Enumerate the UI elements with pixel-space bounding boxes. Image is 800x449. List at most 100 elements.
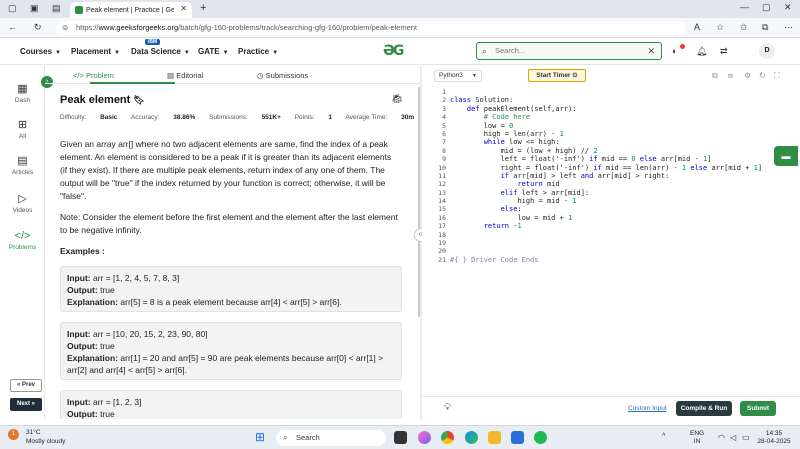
code-line[interactable]: #{ } Driver Code Ends bbox=[450, 256, 762, 264]
code-line[interactable]: low = 0 bbox=[450, 122, 762, 130]
close-window-icon[interactable]: ✕ bbox=[784, 2, 792, 13]
code-line[interactable]: right = float('-inf') if mid == len(arr)… bbox=[450, 164, 762, 172]
bell-icon[interactable]: 🔔︎ bbox=[696, 46, 707, 57]
taskbar-search[interactable]: ⌕ Search bbox=[276, 430, 386, 446]
gfg-logo[interactable]: ƏG bbox=[383, 44, 417, 58]
browser-tab[interactable]: Peak element | Practice | GeeksforGeeks … bbox=[70, 2, 192, 18]
code-line[interactable]: while low <= high: bbox=[450, 138, 762, 146]
code-line[interactable]: if arr[mid] > left and arr[mid] > right: bbox=[450, 172, 762, 180]
read-aloud-icon[interactable]: A bbox=[694, 22, 700, 32]
store-icon[interactable] bbox=[511, 431, 524, 444]
code-line[interactable] bbox=[450, 231, 762, 239]
copy-icon[interactable]: ⧉ bbox=[712, 71, 718, 81]
collections-icon[interactable]: ▣ bbox=[30, 3, 39, 14]
close-tab-icon[interactable]: ✕ bbox=[180, 4, 187, 13]
wifi-icon[interactable]: ◠ bbox=[718, 433, 725, 442]
start-timer-label: Start Timer bbox=[536, 72, 571, 79]
sidebar-item-problems[interactable]: </> Problems bbox=[0, 230, 45, 251]
next-button[interactable]: Next » bbox=[10, 398, 42, 411]
profile-icon[interactable]: ▢ bbox=[8, 3, 17, 14]
chrome-icon[interactable] bbox=[441, 431, 454, 444]
sidebar-item-videos[interactable]: ▷ Videos bbox=[0, 192, 45, 214]
code-line[interactable]: return mid bbox=[450, 180, 762, 188]
site-search-input[interactable]: ⌕ Search... ✕ bbox=[476, 42, 662, 60]
extensions-icon[interactable]: ⧉ bbox=[762, 22, 768, 33]
tray-chevron-up-icon[interactable]: ^ bbox=[662, 433, 665, 440]
code-line[interactable]: mid = (low + high) // 2 bbox=[450, 147, 762, 155]
line-number: 5 bbox=[442, 121, 446, 130]
code-line[interactable]: low = mid + 1 bbox=[450, 214, 762, 222]
code-line[interactable]: def peakElement(self,arr): bbox=[450, 105, 762, 113]
custom-input-link[interactable]: Custom Input bbox=[628, 405, 667, 412]
more-menu-icon[interactable]: ⋯ bbox=[784, 22, 793, 33]
edge-icon[interactable] bbox=[465, 431, 478, 444]
example-label: Output: bbox=[67, 409, 98, 419]
site-info-icon[interactable]: ⊜ bbox=[62, 21, 68, 35]
code-line[interactable]: return -1 bbox=[450, 222, 762, 230]
clock[interactable]: 14:35 28-04-2025 bbox=[752, 430, 796, 446]
submit-button[interactable]: Submit bbox=[740, 401, 776, 416]
fullscreen-icon[interactable]: ⛶ bbox=[774, 71, 780, 81]
tab-editorial[interactable]: ▤ Editorial bbox=[167, 71, 203, 80]
maximize-icon[interactable]: ▢ bbox=[762, 2, 771, 13]
language-select[interactable]: Python3 ▼ bbox=[434, 70, 482, 82]
code-line[interactable] bbox=[450, 239, 762, 247]
example-label: Input: bbox=[67, 397, 91, 407]
code-line[interactable] bbox=[450, 88, 762, 96]
nav-practice[interactable]: Practice ▼ bbox=[238, 47, 278, 56]
weather-temp[interactable]: 31°C bbox=[26, 429, 41, 436]
favorite-star-icon[interactable]: ☆ bbox=[716, 22, 724, 33]
code-line[interactable]: elif left > arr[mid]: bbox=[450, 189, 762, 197]
bug-report-icon[interactable]: 🐞︎ bbox=[391, 94, 404, 105]
reset-code-icon[interactable]: ⧈ bbox=[728, 71, 733, 81]
prev-button[interactable]: « Prev bbox=[10, 379, 42, 392]
url-field[interactable]: ⊜ https://www.geeksforgeeks.org/batch/gf… bbox=[56, 21, 686, 35]
start-timer-button[interactable]: Start Timer ⊙ bbox=[528, 69, 586, 82]
sidebar-item-dash[interactable]: ▦ Dash bbox=[0, 82, 45, 104]
windows-start-icon[interactable]: ⊞ bbox=[255, 431, 265, 443]
language-indicator[interactable]: ENG IN bbox=[690, 430, 704, 446]
code-line[interactable]: # Code here bbox=[450, 113, 762, 121]
code-line[interactable]: high = len(arr) - 1 bbox=[450, 130, 762, 138]
refresh-code-icon[interactable]: ↻ bbox=[759, 71, 766, 80]
code-line[interactable]: else: bbox=[450, 205, 762, 213]
code-line[interactable]: high = mid - 1 bbox=[450, 197, 762, 205]
settings-icon[interactable]: ⚙ bbox=[744, 71, 751, 80]
volume-icon[interactable]: ◁ bbox=[730, 433, 736, 442]
nav-courses[interactable]: Courses ▼ bbox=[20, 47, 61, 56]
battery-icon[interactable]: ▭ bbox=[742, 433, 750, 442]
avatar[interactable]: D bbox=[759, 43, 775, 59]
nav-data-science[interactable]: Data Science ▼ bbox=[131, 47, 190, 56]
favorites-icon[interactable]: ✩ bbox=[740, 22, 748, 33]
spotify-icon[interactable] bbox=[534, 431, 547, 444]
refresh-icon[interactable]: ↻ bbox=[34, 22, 42, 33]
code-line[interactable] bbox=[450, 247, 762, 255]
code-line[interactable]: class Solution: bbox=[450, 96, 762, 104]
code-area[interactable]: class Solution: def peakElement(self,arr… bbox=[450, 88, 762, 264]
new-tab-icon[interactable]: + bbox=[200, 2, 206, 14]
tab-actions-icon[interactable]: ▤ bbox=[52, 3, 61, 14]
weather-icon[interactable]: 1 bbox=[8, 429, 19, 440]
code-line[interactable]: left = float('-inf') if mid == 0 else ar… bbox=[450, 155, 762, 163]
minimize-icon[interactable]: — bbox=[740, 2, 749, 12]
back-icon[interactable]: ← bbox=[8, 22, 17, 32]
copilot-icon[interactable] bbox=[418, 431, 431, 444]
weather-desc[interactable]: Mostly cloudy bbox=[26, 438, 65, 445]
line-number: 14 bbox=[438, 197, 446, 206]
tab-problem[interactable]: </> Problem bbox=[73, 71, 114, 80]
file-explorer-icon[interactable] bbox=[488, 431, 501, 444]
task-view-icon[interactable] bbox=[394, 431, 407, 444]
compile-run-button[interactable]: Compile & Run bbox=[676, 401, 732, 416]
sidebar-item-all[interactable]: ⊞ All bbox=[0, 118, 45, 140]
theme-toggle-icon[interactable]: ◐ bbox=[672, 46, 677, 56]
clear-search-icon[interactable]: ✕ bbox=[647, 43, 655, 59]
translate-icon[interactable]: ⇄ bbox=[720, 46, 728, 57]
timer-icon: ⊙ bbox=[572, 72, 578, 79]
nav-placement[interactable]: Placement ▼ bbox=[71, 47, 120, 56]
bookmark-icon[interactable]: 🔖︎ bbox=[133, 95, 144, 105]
hint-bulb-icon[interactable]: 💡︎ bbox=[444, 402, 451, 413]
nav-gate[interactable]: GATE ▼ bbox=[198, 47, 229, 56]
tab-submissions[interactable]: ◷ Submissions bbox=[257, 71, 308, 80]
sidebar-item-articles[interactable]: ▤ Articles bbox=[0, 154, 45, 176]
chat-icon[interactable]: ▬ bbox=[774, 146, 798, 166]
